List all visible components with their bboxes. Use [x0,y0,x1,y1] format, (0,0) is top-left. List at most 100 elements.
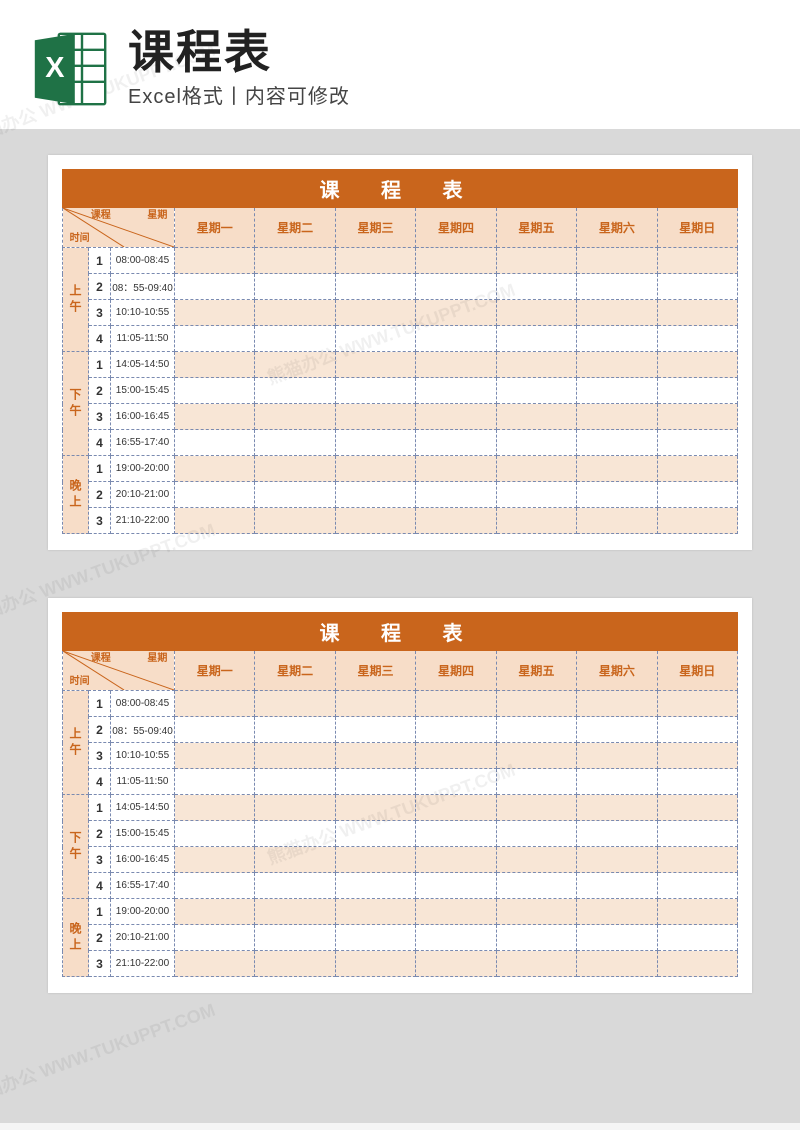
course-cell[interactable] [335,326,415,352]
course-cell[interactable] [416,769,496,795]
course-cell[interactable] [577,248,657,274]
course-cell[interactable] [577,456,657,482]
course-cell[interactable] [577,300,657,326]
course-cell[interactable] [577,821,657,847]
course-cell[interactable] [175,300,255,326]
course-cell[interactable] [335,378,415,404]
course-cell[interactable] [255,352,335,378]
course-cell[interactable] [657,899,737,925]
course-cell[interactable] [577,482,657,508]
course-cell[interactable] [255,326,335,352]
course-cell[interactable] [335,769,415,795]
course-cell[interactable] [416,248,496,274]
course-cell[interactable] [577,925,657,951]
course-cell[interactable] [657,925,737,951]
course-cell[interactable] [175,430,255,456]
course-cell[interactable] [657,873,737,899]
course-cell[interactable] [255,925,335,951]
course-cell[interactable] [175,248,255,274]
course-cell[interactable] [496,274,576,300]
course-cell[interactable] [416,508,496,534]
course-cell[interactable] [496,378,576,404]
course-cell[interactable] [255,743,335,769]
course-cell[interactable] [657,352,737,378]
course-cell[interactable] [577,404,657,430]
course-cell[interactable] [175,326,255,352]
course-cell[interactable] [577,274,657,300]
course-cell[interactable] [416,456,496,482]
course-cell[interactable] [335,352,415,378]
course-cell[interactable] [577,847,657,873]
course-cell[interactable] [335,691,415,717]
course-cell[interactable] [416,821,496,847]
course-cell[interactable] [335,795,415,821]
course-cell[interactable] [255,456,335,482]
course-cell[interactable] [496,508,576,534]
course-cell[interactable] [175,769,255,795]
course-cell[interactable] [496,847,576,873]
course-cell[interactable] [577,899,657,925]
course-cell[interactable] [255,248,335,274]
course-cell[interactable] [335,925,415,951]
course-cell[interactable] [657,300,737,326]
course-cell[interactable] [175,378,255,404]
course-cell[interactable] [496,743,576,769]
course-cell[interactable] [577,717,657,743]
course-cell[interactable] [577,430,657,456]
course-cell[interactable] [577,352,657,378]
course-cell[interactable] [175,951,255,977]
course-cell[interactable] [496,404,576,430]
course-cell[interactable] [416,743,496,769]
course-cell[interactable] [577,508,657,534]
course-cell[interactable] [175,821,255,847]
course-cell[interactable] [496,352,576,378]
course-cell[interactable] [577,743,657,769]
course-cell[interactable] [577,951,657,977]
course-cell[interactable] [496,717,576,743]
course-cell[interactable] [175,925,255,951]
course-cell[interactable] [496,430,576,456]
course-cell[interactable] [657,378,737,404]
course-cell[interactable] [335,430,415,456]
course-cell[interactable] [335,508,415,534]
course-cell[interactable] [255,717,335,743]
course-cell[interactable] [657,795,737,821]
course-cell[interactable] [657,743,737,769]
course-cell[interactable] [255,847,335,873]
course-cell[interactable] [255,378,335,404]
course-cell[interactable] [335,717,415,743]
course-cell[interactable] [255,300,335,326]
course-cell[interactable] [335,873,415,899]
course-cell[interactable] [657,508,737,534]
course-cell[interactable] [175,795,255,821]
course-cell[interactable] [416,378,496,404]
course-cell[interactable] [175,352,255,378]
course-cell[interactable] [577,873,657,899]
course-cell[interactable] [335,847,415,873]
course-cell[interactable] [335,482,415,508]
course-cell[interactable] [416,326,496,352]
course-cell[interactable] [657,821,737,847]
course-cell[interactable] [416,404,496,430]
course-cell[interactable] [255,404,335,430]
course-cell[interactable] [255,821,335,847]
course-cell[interactable] [335,821,415,847]
course-cell[interactable] [496,769,576,795]
course-cell[interactable] [255,430,335,456]
course-cell[interactable] [657,951,737,977]
course-cell[interactable] [416,795,496,821]
course-cell[interactable] [175,456,255,482]
course-cell[interactable] [496,300,576,326]
course-cell[interactable] [335,404,415,430]
course-cell[interactable] [175,899,255,925]
course-cell[interactable] [175,482,255,508]
course-cell[interactable] [657,769,737,795]
course-cell[interactable] [577,378,657,404]
course-cell[interactable] [496,326,576,352]
course-cell[interactable] [496,456,576,482]
course-cell[interactable] [255,769,335,795]
course-cell[interactable] [657,847,737,873]
course-cell[interactable] [657,326,737,352]
course-cell[interactable] [657,456,737,482]
course-cell[interactable] [416,691,496,717]
